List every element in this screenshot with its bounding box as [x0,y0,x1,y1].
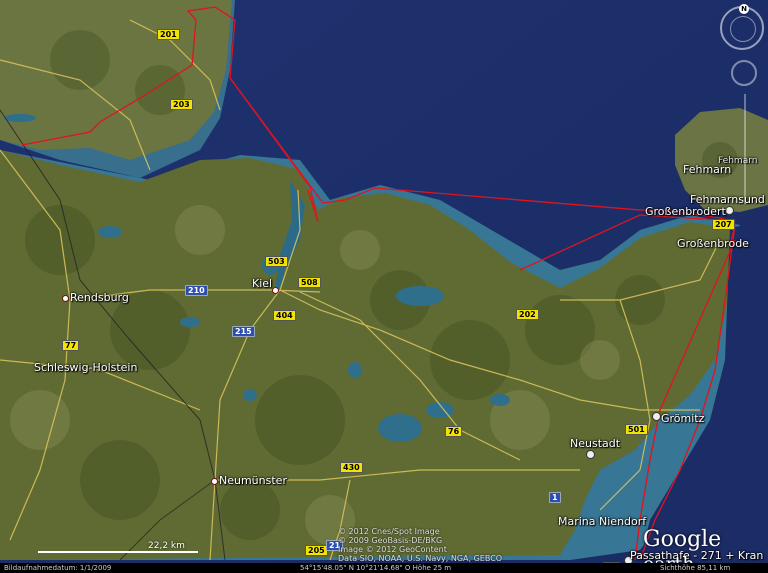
copyright-notice: © 2012 Cnes/Spot Image © 2009 GeoBasis-D… [338,527,502,563]
label-grossenbrode: Großenbrode [677,237,749,250]
road-503-shield: 503 [265,256,288,267]
groemitz-marker[interactable] [652,412,661,421]
copyright-line-3: Image © 2012 GeoContent [338,545,447,554]
road-202-shield: 202 [516,309,539,320]
road-201-shield: 201 [157,29,180,40]
brand-google: Google [643,527,722,552]
label-schleswig-holstein: Schleswig-Holstein [34,361,138,374]
road-205-shield: 205 [305,545,328,556]
compass-north-indicator[interactable]: N [739,4,749,14]
road-501-shield: 501 [625,424,648,435]
road-76-shield: 76 [445,426,463,437]
scale-line [38,551,198,553]
road-207-shield: 207 [712,219,735,230]
label-neustadt: Neustadt [570,437,621,450]
scale-bar: 22,2 km [38,541,198,553]
neumuenster-marker[interactable] [211,478,218,485]
look-control[interactable] [731,60,757,86]
scale-label: 22,2 km [148,541,185,551]
label-marina-niendorf: Marina Niendorf [558,515,647,528]
road-203-shield: 203 [170,99,193,110]
copyright-line-4: Data SIO, NOAA, U.S. Navy, NGA, GEBCO [338,554,503,563]
grossenbrodert-marker[interactable] [725,206,734,215]
road-430-shield: 430 [340,462,363,473]
status-image-date: Bildaufnahmedatum: 1/1/2009 [4,564,112,572]
road-404-shield: 404 [273,310,296,321]
road-215-shield: 215 [232,326,255,337]
copyright-line-1: © 2012 Cnes/Spot Image [338,527,440,536]
map-viewport[interactable]: Rendsburg Schleswig-Holstein Kiel Neumün… [0,0,768,573]
label-groemitz: Grömitz [661,412,705,425]
kiel-marker[interactable] [272,287,279,294]
satellite-map[interactable] [0,0,768,573]
compass-inner-ring[interactable] [730,16,756,42]
zoom-slider[interactable] [741,94,749,214]
status-coordinates: 54°15'48.05" N 10°21'14.68" O Höhe 25 m [300,564,452,572]
road-77-shield: 77 [62,340,80,351]
road-508-shield: 508 [298,277,321,288]
copyright-line-2: © 2009 GeoBasis-DE/BKG [338,536,443,545]
label-grossenbrodert: Großenbrodert [645,205,726,218]
neustadt-marker[interactable] [586,450,595,459]
label-fehmarn-small: Fehmarn [718,156,758,166]
zoom-track[interactable] [744,94,746,204]
label-neumuenster: Neumünster [219,474,287,487]
road-210-shield: 210 [185,285,208,296]
rendsburg-marker[interactable] [62,295,69,302]
autobahn-1-shield: 1 [549,492,561,503]
status-bar: Bildaufnahmedatum: 1/1/2009 54°15'48.05"… [0,563,768,573]
label-fehmarnsund: Fehmarnsund [690,193,765,206]
status-eye-altitude: Sichthöhe 85,11 km [660,564,731,572]
label-rendsburg: Rendsburg [70,291,129,304]
label-kiel: Kiel [252,277,273,290]
compass-control[interactable]: N [720,4,764,50]
